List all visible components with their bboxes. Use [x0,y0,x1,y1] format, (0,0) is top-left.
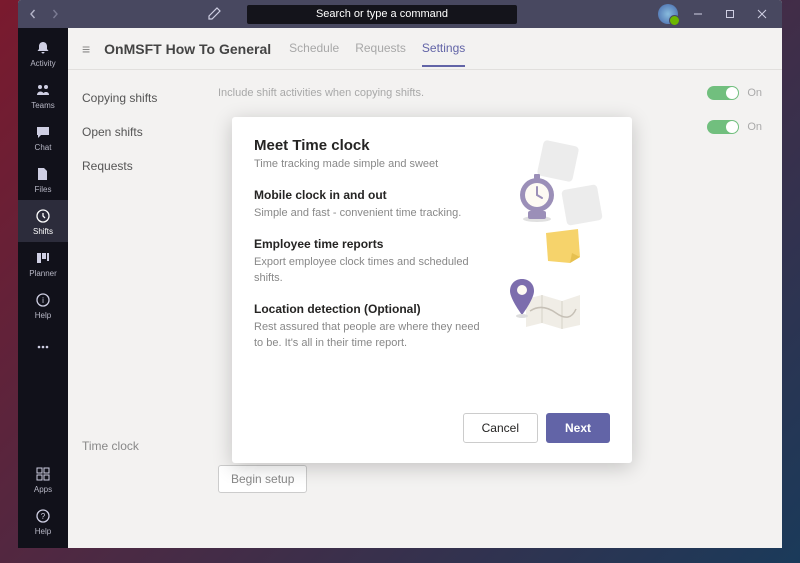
app-rail: Activity Teams Chat Files Shifts Planner [18,28,68,548]
search-placeholder: Search or type a command [316,8,448,20]
compose-icon[interactable] [207,5,225,23]
channel-title: OnMSFT How To General [104,41,271,57]
rail-item-apps[interactable]: Apps [18,458,68,500]
section-title-1: Mobile clock in and out [254,188,488,202]
modal-illustration [500,137,610,413]
chat-icon [34,123,52,141]
forward-button[interactable] [44,3,66,25]
help-icon: ? [34,507,52,525]
search-input[interactable]: Search or type a command [247,5,517,24]
svg-text:i: i [42,296,44,305]
setting-open-shifts[interactable]: Open shifts [82,118,218,146]
minimize-button[interactable] [686,3,710,25]
rail-item-files[interactable]: Files [18,158,68,200]
planner-icon [34,249,52,267]
modal-subtitle: Time tracking made simple and sweet [254,158,488,170]
setting-requests[interactable]: Requests [82,152,218,180]
bell-icon [34,39,52,57]
section-text-1: Simple and fast - convenient time tracki… [254,206,488,221]
settings-list: Copying shifts Open shifts Requests [68,70,218,548]
title-bar: Search or type a command [18,0,782,28]
tab-requests[interactable]: Requests [355,31,406,66]
ellipsis-icon [34,338,52,356]
toggle-label: On [747,87,762,99]
cancel-button[interactable]: Cancel [463,413,538,443]
section-title-2: Employee time reports [254,237,488,251]
hamburger-icon[interactable]: ≡ [82,41,90,57]
location-pin-icon [508,277,536,319]
section-text-2: Export employee clock times and schedule… [254,255,488,286]
toggle-copying[interactable] [707,86,739,100]
content-header: ≡ OnMSFT How To General Schedule Request… [68,28,782,70]
section-title-3: Location detection (Optional) [254,302,488,316]
rail-item-activity[interactable]: Activity [18,32,68,74]
teams-icon [34,81,52,99]
copying-desc: Include shift activities when copying sh… [218,87,699,99]
rail-item-help-bottom[interactable]: ? Help [18,500,68,542]
apps-icon [34,465,52,483]
info-icon: i [34,291,52,309]
back-button[interactable] [22,3,44,25]
rail-item-more[interactable] [18,326,68,368]
avatar[interactable] [658,4,678,24]
rail-item-planner[interactable]: Planner [18,242,68,284]
clock-icon [516,171,558,223]
sticky-note-icon [542,227,582,267]
svg-text:?: ? [41,512,46,521]
toggle-open-shifts[interactable] [707,120,739,134]
time-clock-modal: Meet Time clock Time tracking made simpl… [232,117,632,463]
rail-item-help[interactable]: i Help [18,284,68,326]
toggle-label-2: On [747,121,762,133]
next-button[interactable]: Next [546,413,610,443]
modal-title: Meet Time clock [254,137,488,154]
shifts-icon [34,207,52,225]
rail-item-teams[interactable]: Teams [18,74,68,116]
files-icon [34,165,52,183]
tab-schedule[interactable]: Schedule [289,31,339,66]
begin-setup-button[interactable]: Begin setup [218,465,307,493]
section-text-3: Rest assured that people are where they … [254,320,488,351]
setting-time-clock[interactable]: Time clock [82,439,139,453]
setting-copying-shifts[interactable]: Copying shifts [82,84,218,112]
rail-item-shifts[interactable]: Shifts [18,200,68,242]
maximize-button[interactable] [718,3,742,25]
rail-item-chat[interactable]: Chat [18,116,68,158]
close-button[interactable] [750,3,774,25]
tab-settings[interactable]: Settings [422,31,465,67]
